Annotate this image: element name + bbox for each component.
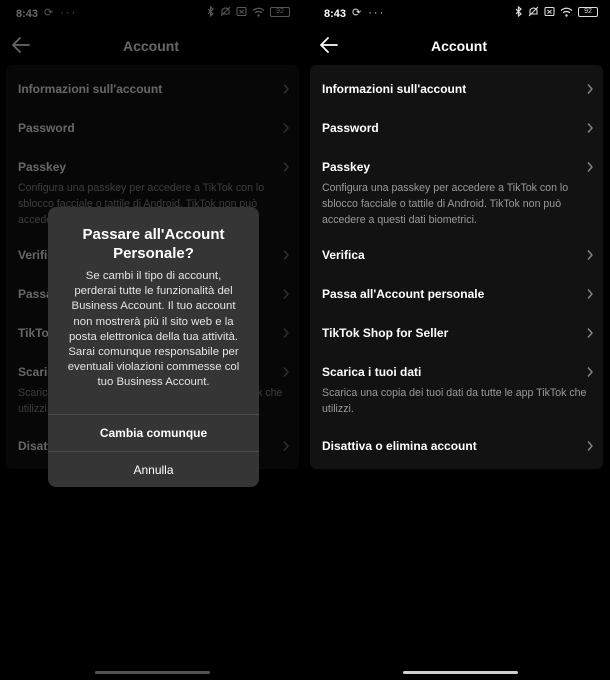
row-description: Scarica una copia dei tuoi dati da tutte… (322, 387, 587, 415)
row-switch-personal[interactable]: Passa all'Account personale (310, 278, 603, 308)
row-password[interactable]: Password (310, 111, 603, 147)
row-title: Disattiva o elimina account (322, 439, 477, 453)
chevron-right-icon (587, 123, 593, 133)
row-title: TikTok Shop for Seller (322, 326, 449, 340)
row-title: Password (322, 121, 379, 135)
screen-account-settings: 8:43 ⟳ ··· 92 Account Informazioni sull'… (308, 0, 610, 680)
screen-with-dialog: 8:43 ⟳ ··· 92 Account Informazioni sull'… (0, 0, 302, 680)
mute-icon (528, 6, 539, 17)
chevron-right-icon (587, 250, 593, 260)
chevron-right-icon (587, 289, 593, 299)
chevron-right-icon (587, 328, 593, 338)
row-title: Passkey (322, 160, 371, 174)
sim-icon (544, 6, 555, 17)
wifi-icon (560, 7, 573, 17)
battery-icon: 92 (578, 6, 598, 17)
bluetooth-icon (515, 6, 523, 17)
cancel-button[interactable]: Annulla (48, 452, 259, 487)
dialog-title: Passare all'Account Personale? (82, 226, 225, 262)
row-tiktok-shop[interactable]: TikTok Shop for Seller (310, 317, 603, 347)
row-description: Configura una passkey per accedere a Tik… (322, 182, 569, 226)
switch-account-dialog: Passare all'Account Personale? Se cambi … (48, 207, 259, 487)
row-verification[interactable]: Verifica (310, 239, 603, 269)
header: Account (308, 30, 610, 60)
chevron-right-icon (587, 84, 593, 94)
confirm-change-button[interactable]: Cambia comunque (48, 415, 259, 451)
row-title: Verifica (322, 248, 365, 262)
notification-icons: ⟳ ··· (352, 7, 386, 19)
status-icons: 92 (515, 6, 598, 17)
home-indicator[interactable] (403, 671, 518, 674)
row-deactivate[interactable]: Disattiva o elimina account (310, 430, 603, 460)
status-time: 8:43 (324, 8, 347, 20)
row-passkey[interactable]: Passkey Configura una passkey per accede… (310, 150, 603, 236)
account-settings-list: Informazioni sull'account Password Passk… (310, 65, 603, 469)
row-title: Informazioni sull'account (322, 82, 467, 96)
dialog-message: Se cambi il tipo di account, perderai tu… (67, 270, 240, 389)
status-bar: 8:43 ⟳ ··· 92 (308, 0, 610, 28)
chevron-right-icon (587, 367, 593, 377)
row-download-data[interactable]: Scarica i tuoi dati Scarica una copia de… (310, 356, 603, 420)
row-account-info[interactable]: Informazioni sull'account (310, 65, 603, 111)
page-title: Account (431, 38, 487, 54)
row-title: Passa all'Account personale (322, 287, 485, 301)
chevron-right-icon (587, 441, 593, 451)
row-title: Scarica i tuoi dati (322, 365, 422, 379)
chevron-right-icon (587, 162, 593, 172)
